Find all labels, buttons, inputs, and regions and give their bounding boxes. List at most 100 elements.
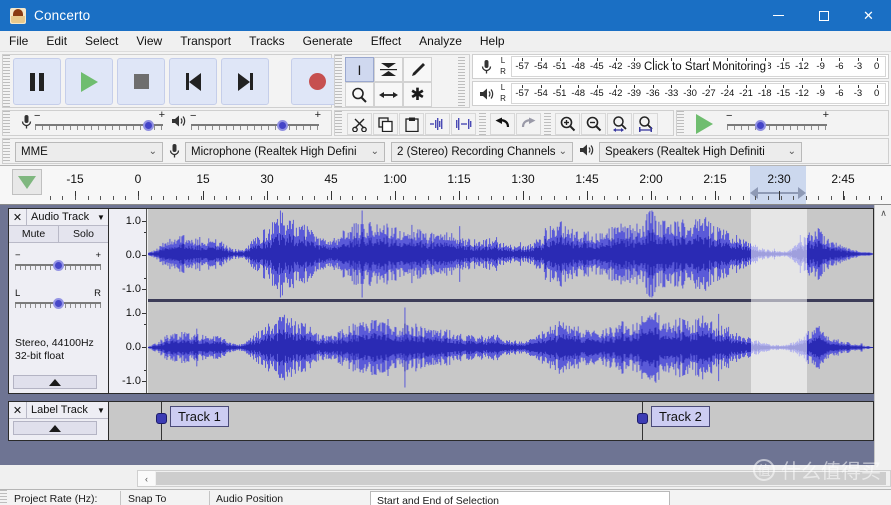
pause-button[interactable] xyxy=(13,58,61,105)
input-volume-slider[interactable]: − + xyxy=(35,115,163,133)
zoom-tool[interactable] xyxy=(345,82,374,107)
horizontal-scroll-thumb[interactable] xyxy=(156,472,886,485)
label-handle[interactable] xyxy=(156,413,167,424)
mixer-grip[interactable] xyxy=(3,111,10,135)
waveform-selection-region[interactable] xyxy=(751,209,807,393)
selection-handle-right[interactable] xyxy=(798,187,806,199)
vertical-scrollbar[interactable]: ∧ xyxy=(874,205,891,465)
ruler-tick-minor xyxy=(390,196,391,200)
menu-select[interactable]: Select xyxy=(76,32,127,50)
transport-grip[interactable] xyxy=(3,55,10,107)
scroll-up-button[interactable]: ∧ xyxy=(875,205,891,222)
menu-tracks[interactable]: Tracks xyxy=(240,32,294,50)
copy-button[interactable] xyxy=(373,113,398,135)
envelope-tool[interactable] xyxy=(374,57,403,82)
pan-slider-thumb[interactable] xyxy=(53,298,64,309)
maximize-button[interactable] xyxy=(801,0,846,31)
scroll-left-button[interactable]: ‹ xyxy=(138,471,155,486)
close-label-track-button[interactable]: ✕ xyxy=(9,402,27,419)
vertical-ruler-left-channel: 1.00.0-1.0 xyxy=(109,209,146,301)
audio-track-control-panel[interactable]: ✕ Audio Track ▼ Mute Solo − + xyxy=(9,209,109,393)
start-end-label: Start and End of Selection xyxy=(377,495,499,505)
recording-meter-toolbar[interactable]: LR -57-54-51-48-45-42-39-36-33-30-27-24-… xyxy=(472,54,889,79)
timeline-ruler[interactable]: -1501530451:001:151:301:452:002:152:302:… xyxy=(0,166,891,205)
collapse-label-track-button[interactable] xyxy=(13,421,97,435)
selection-tool[interactable]: I xyxy=(345,57,374,82)
label-track-menu-arrow-icon[interactable]: ▼ xyxy=(94,406,108,415)
tools-grip-right[interactable] xyxy=(458,57,465,107)
fit-selection-button[interactable] xyxy=(607,113,632,135)
playback-device-combo[interactable]: Speakers (Realtek High Definiti ⌄ xyxy=(599,142,802,162)
recording-device-combo[interactable]: Microphone (Realtek High Defini ⌄ xyxy=(185,142,385,162)
device-grip[interactable] xyxy=(3,139,10,163)
paste-button[interactable] xyxy=(399,113,424,135)
ruler-tick-minor xyxy=(503,196,504,200)
pan-slider[interactable]: L R xyxy=(15,289,101,311)
menu-file[interactable]: File xyxy=(0,32,37,50)
time-shift-tool[interactable] xyxy=(374,82,403,107)
zoom-out-button[interactable] xyxy=(581,113,606,135)
vertical-ruler[interactable]: 1.00.0-1.0 1.00.0-1.0 xyxy=(109,209,147,393)
tools-grip[interactable] xyxy=(335,55,342,107)
speed-slider-thumb[interactable] xyxy=(755,120,766,131)
collapse-track-button[interactable] xyxy=(13,375,97,389)
output-slider-thumb[interactable] xyxy=(277,120,288,131)
recording-channels-combo[interactable]: 2 (Stereo) Recording Channels ⌄ xyxy=(391,142,573,162)
horizontal-scrollbar[interactable]: ‹ xyxy=(137,470,891,487)
undo-button[interactable] xyxy=(490,113,515,135)
silence-audio-button[interactable] xyxy=(451,113,476,135)
label-track-control-panel[interactable]: ✕ Label Track ▼ xyxy=(9,402,109,440)
track-menu-arrow-icon[interactable]: ▼ xyxy=(94,213,108,222)
gain-slider-thumb[interactable] xyxy=(53,260,64,271)
ruler-tick-minor xyxy=(75,196,76,200)
label-text-1[interactable]: Track 1 xyxy=(170,406,229,427)
redo-button[interactable] xyxy=(516,113,541,135)
close-button[interactable]: ✕ xyxy=(846,0,891,31)
label-track[interactable]: ✕ Label Track ▼ Track 1 Tr xyxy=(8,401,874,441)
skip-to-start-button[interactable] xyxy=(169,58,217,105)
menu-effect[interactable]: Effect xyxy=(362,32,410,50)
cut-button[interactable] xyxy=(347,113,372,135)
menu-analyze[interactable]: Analyze xyxy=(410,32,471,50)
audio-track[interactable]: ✕ Audio Track ▼ Mute Solo − + xyxy=(8,208,874,394)
audio-host-combo[interactable]: MME ⌄ xyxy=(15,142,163,162)
stop-button[interactable] xyxy=(117,58,165,105)
menu-transport[interactable]: Transport xyxy=(171,32,240,50)
gain-slider[interactable]: − + xyxy=(15,251,101,273)
ruler-tick-minor xyxy=(277,196,278,200)
start-end-selection-box[interactable]: Start and End of Selection xyxy=(370,491,670,505)
menu-generate[interactable]: Generate xyxy=(294,32,362,50)
selection-handle-left[interactable] xyxy=(750,187,758,199)
timeline-ruler-track[interactable]: -1501530451:001:151:301:452:002:152:302:… xyxy=(49,166,891,204)
draw-tool[interactable] xyxy=(403,57,432,82)
zoom-in-button[interactable] xyxy=(555,113,580,135)
label-track-body[interactable]: Track 1 Track 2 xyxy=(148,402,873,440)
monitor-label[interactable]: Click to Start Monitoring xyxy=(642,61,768,73)
playback-speed-slider[interactable]: − + xyxy=(727,115,827,133)
output-volume-slider[interactable]: − + xyxy=(191,115,319,133)
play-button[interactable] xyxy=(65,58,113,105)
multi-tool[interactable]: ✱ xyxy=(403,82,432,107)
menu-view[interactable]: View xyxy=(127,32,171,50)
i-beam-icon: I xyxy=(358,62,362,78)
skip-to-end-button[interactable] xyxy=(221,58,269,105)
label-text-2[interactable]: Track 2 xyxy=(651,406,710,427)
playback-meter-toolbar[interactable]: LR -57-54-51-48-45-42-39-36-33-30-27-24-… xyxy=(472,81,889,106)
input-slider-thumb[interactable] xyxy=(143,120,154,131)
waveform-display[interactable] xyxy=(148,209,873,393)
label-handle[interactable] xyxy=(637,413,648,424)
solo-button[interactable]: Solo xyxy=(59,226,108,242)
menu-help[interactable]: Help xyxy=(471,32,514,50)
mute-button[interactable]: Mute xyxy=(9,226,59,242)
edit-grip[interactable] xyxy=(335,111,342,135)
selection-toolbar-grip[interactable] xyxy=(0,490,7,505)
fit-project-button[interactable] xyxy=(633,113,658,135)
play-at-speed-button[interactable] xyxy=(689,113,719,135)
pinned-play-head-button[interactable] xyxy=(12,169,42,195)
minimize-button[interactable] xyxy=(756,0,801,31)
trim-audio-button[interactable] xyxy=(425,113,450,135)
menu-edit[interactable]: Edit xyxy=(37,32,76,50)
audio-host-value: MME xyxy=(21,146,48,158)
close-track-button[interactable]: ✕ xyxy=(9,209,27,226)
speed-grip[interactable] xyxy=(677,111,684,135)
